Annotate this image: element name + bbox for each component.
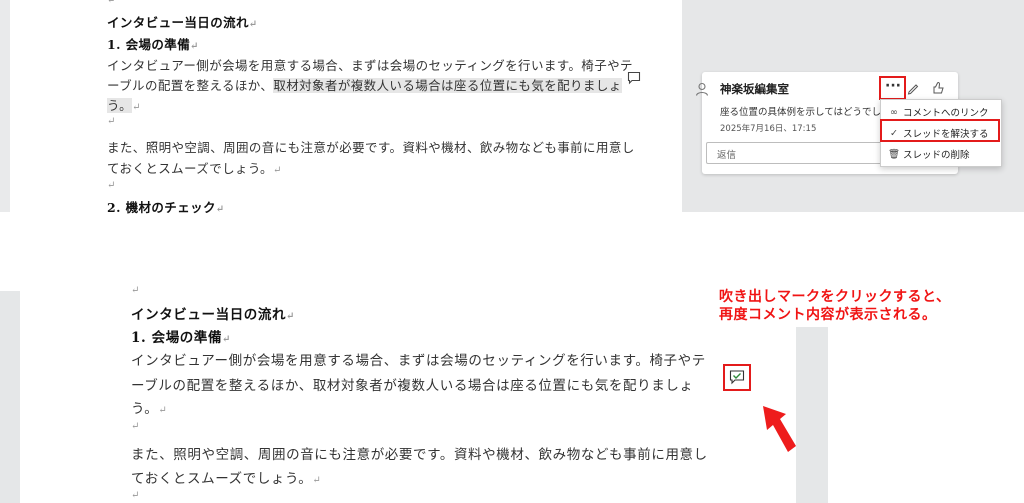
comment-date: 2025年7月16日、17:15	[720, 124, 817, 134]
comment-author: 神楽坂編集室	[720, 82, 789, 96]
highlighted-comment-text[interactable]: 取材対象者が複数人いる場合は座る位置にも気を配りましょ	[273, 78, 622, 93]
annotation-line-2: 再度コメント内容が表示される。	[719, 307, 937, 323]
paragraph-mark: ↵	[131, 285, 140, 296]
body-line-5: ておくとスムーズでしょう。↵	[131, 471, 322, 487]
body-line-2: ーブルの配置を整えるほか、取材対象者が複数人いる場合は座る位置にも気を配りましょ	[131, 378, 694, 394]
paragraph-mark: ↵	[107, 0, 116, 6]
red-arrow	[763, 406, 796, 452]
comment-icon[interactable]	[627, 71, 641, 85]
more-icon[interactable]: ···	[882, 77, 904, 97]
paragraph-mark: ↵	[131, 421, 140, 432]
like-icon[interactable]	[931, 80, 945, 95]
comment-text: 座る位置の具体例を示してはどうでしょう	[720, 107, 901, 118]
doc-heading: インタビュー当日の流れ↵	[107, 15, 258, 30]
doc-heading: インタビュー当日の流れ↵	[131, 307, 296, 323]
paragraph-mark: ↵	[131, 490, 140, 501]
top-page-gutter	[0, 0, 10, 212]
menu-item-delete-thread[interactable]: 🗑 スレッドの削除	[881, 144, 1001, 164]
body-line-1: インタビュアー側が会場を用意する場合、まずは会場のセッティングを行います。椅子や…	[131, 353, 706, 369]
avatar-icon	[695, 82, 709, 96]
body-line-2[interactable]: ーブルの配置を整えるほか、取材対象者が複数人いる場合は座る位置にも気を配りましょ	[107, 75, 622, 94]
link-icon: ∞	[890, 106, 898, 118]
edit-icon[interactable]	[906, 81, 920, 95]
bottom-comments-pane-edge	[796, 327, 828, 503]
reply-placeholder: 返信	[717, 150, 737, 161]
section-heading-2: 2. 機材のチェック↵	[107, 200, 225, 215]
body-line-3: う。↵	[131, 401, 168, 417]
resolve-thread-highlight	[880, 119, 1000, 142]
top-document-page	[0, 0, 682, 212]
reply-input[interactable]: 返信	[706, 142, 882, 164]
resolved-comment-icon[interactable]	[729, 369, 745, 385]
body-line-4: また、照明や空調、周囲の音にも注意が必要です。資料や機材、飲み物なども事前に用意…	[107, 140, 635, 155]
bottom-page-gutter	[0, 291, 20, 503]
body-line-1: インタビュアー側が会場を用意する場合、まずは会場のセッティングを行います。椅子や…	[107, 58, 633, 73]
section-heading-1: 1. 会場の準備↵	[107, 37, 199, 52]
trash-icon: 🗑	[887, 148, 901, 160]
body-line-4: また、照明や空調、周囲の音にも注意が必要です。資料や機材、飲み物なども事前に用意…	[131, 447, 708, 463]
body-line-5: ておくとスムーズでしょう。↵	[107, 161, 282, 176]
paragraph-mark: ↵	[107, 116, 116, 127]
section-heading-1: 1. 会場の準備↵	[131, 330, 232, 346]
annotation-line-1: 吹き出しマークをクリックすると、	[719, 289, 951, 305]
body-line-3: う。↵	[107, 98, 141, 113]
paragraph-mark: ↵	[107, 180, 116, 191]
